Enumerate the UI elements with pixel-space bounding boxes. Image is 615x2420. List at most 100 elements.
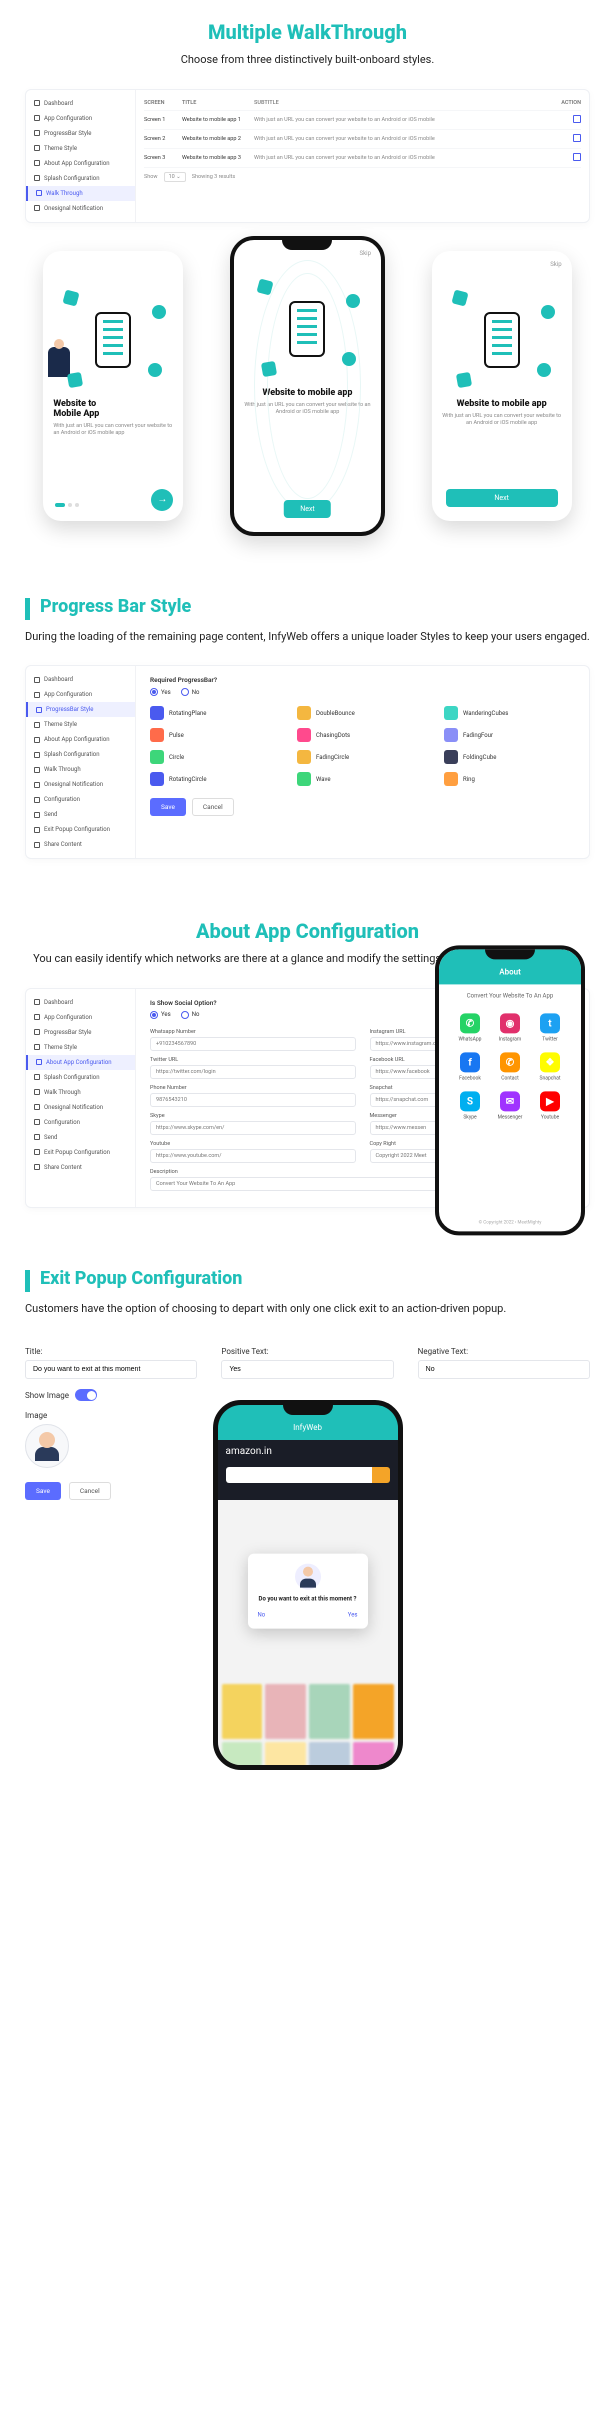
sidebar-item[interactable]: App Configuration (26, 1010, 135, 1025)
sidebar-item[interactable]: Walk Through (26, 186, 135, 201)
dialog-yes-button[interactable]: Yes (348, 1612, 358, 1619)
sidebar-item[interactable]: About App Configuration (26, 156, 135, 171)
dialog-no-button[interactable]: No (258, 1612, 266, 1619)
social-item[interactable]: ❖Snapchat (533, 1053, 567, 1082)
sidebar-item[interactable]: Exit Popup Configuration (26, 1145, 135, 1160)
text-input[interactable]: +910234567890 (150, 1037, 356, 1051)
radio-yes[interactable]: Yes (150, 1011, 171, 1019)
loader-option[interactable]: RotatingPlane (150, 706, 281, 720)
sidebar-item[interactable]: App Configuration (26, 111, 135, 126)
social-item[interactable]: ◉Instagram (493, 1014, 527, 1043)
social-item[interactable]: ✆Contact (493, 1053, 527, 1082)
sidebar-item[interactable]: Share Content (26, 1160, 135, 1175)
radio-no[interactable]: No (181, 1011, 200, 1019)
sidebar-icon (34, 782, 40, 788)
loader-option[interactable]: FoldingCube (444, 750, 575, 764)
sidebar-item[interactable]: About App Configuration (26, 732, 135, 747)
save-button[interactable]: Save (150, 798, 186, 816)
sidebar-item[interactable]: Theme Style (26, 141, 135, 156)
sidebar: DashboardApp ConfigurationProgressBar St… (26, 989, 136, 1207)
edit-icon[interactable] (573, 115, 581, 123)
sidebar-item[interactable]: Dashboard (26, 995, 135, 1010)
avatar-preview[interactable] (25, 1424, 69, 1468)
social-item[interactable]: ▶Youtube (533, 1092, 567, 1121)
positive-input[interactable] (221, 1360, 393, 1379)
field-label: Skype (150, 1113, 356, 1119)
text-input[interactable]: https://twitter.com/login (150, 1065, 356, 1079)
social-item[interactable]: tTwitter (533, 1014, 567, 1043)
sidebar-item[interactable]: Configuration (26, 792, 135, 807)
page-size-select[interactable]: 10 ⌄ (164, 172, 186, 182)
negative-label: Negative Text: (418, 1347, 590, 1356)
social-icon: ✆ (500, 1053, 520, 1073)
loader-option[interactable]: Wave (297, 772, 428, 786)
loader-option[interactable]: RotatingCircle (150, 772, 281, 786)
social-item[interactable]: SSkype (453, 1092, 487, 1121)
sidebar-item[interactable]: Share Content (26, 837, 135, 852)
skip-button[interactable]: Skip (550, 261, 561, 268)
sidebar-item[interactable]: Dashboard (26, 96, 135, 111)
loader-option[interactable]: Ring (444, 772, 575, 786)
sidebar-item[interactable]: Onesignal Notification (26, 777, 135, 792)
social-item[interactable]: fFacebook (453, 1053, 487, 1082)
next-button[interactable]: Next (284, 500, 330, 518)
sidebar-item[interactable]: Onesignal Notification (26, 1100, 135, 1115)
loader-option[interactable]: FadingCircle (297, 750, 428, 764)
sidebar-item[interactable]: ProgressBar Style (26, 702, 135, 717)
sidebar-item[interactable]: ProgressBar Style (26, 1025, 135, 1040)
skip-button[interactable]: Skip (360, 250, 371, 257)
sidebar-item[interactable]: Splash Configuration (26, 1070, 135, 1085)
sidebar-item[interactable]: About App Configuration (26, 1055, 135, 1070)
loader-icon (444, 706, 458, 720)
cancel-button[interactable]: Cancel (69, 1482, 111, 1500)
edit-icon[interactable] (573, 134, 581, 142)
sidebar-item[interactable]: Dashboard (26, 672, 135, 687)
loader-option[interactable]: Pulse (150, 728, 281, 742)
text-input[interactable]: 9876543210 (150, 1093, 356, 1107)
text-input[interactable]: https://www.skype.com/en/ (150, 1121, 356, 1135)
loader-icon (150, 772, 164, 786)
table-row: Screen 2Website to mobile app 2With just… (144, 130, 581, 149)
radio-yes[interactable]: Yes (150, 688, 171, 696)
title-label: Title: (25, 1347, 197, 1356)
sidebar-item[interactable]: Configuration (26, 1115, 135, 1130)
next-button[interactable]: Next (446, 489, 558, 507)
text-input[interactable]: https://www.youtube.com/ (150, 1149, 356, 1163)
sidebar-item[interactable]: Exit Popup Configuration (26, 822, 135, 837)
loader-option[interactable]: FadingFour (444, 728, 575, 742)
sidebar-item[interactable]: Onesignal Notification (26, 201, 135, 216)
title-input[interactable] (25, 1360, 197, 1379)
next-fab[interactable]: → (151, 489, 173, 511)
sidebar-item[interactable]: Send (26, 1130, 135, 1145)
sidebar-icon (34, 160, 40, 166)
sidebar-item[interactable]: Theme Style (26, 717, 135, 732)
col-subtitle: SUBTITLE (254, 100, 551, 106)
loader-option[interactable]: ChasingDots (297, 728, 428, 742)
save-button[interactable]: Save (25, 1482, 61, 1500)
sidebar-icon (34, 722, 40, 728)
social-item[interactable]: ✆WhatsApp (453, 1014, 487, 1043)
dialog-question: Do you want to exit at this moment ? (258, 1596, 358, 1604)
sidebar-item[interactable]: ProgressBar Style (26, 126, 135, 141)
sidebar-item[interactable]: Theme Style (26, 1040, 135, 1055)
sidebar-item[interactable]: Splash Configuration (26, 171, 135, 186)
loader-option[interactable]: Circle (150, 750, 281, 764)
negative-input[interactable] (418, 1360, 590, 1379)
loader-icon (150, 728, 164, 742)
sidebar-icon (34, 737, 40, 743)
title-field: Title: (25, 1347, 197, 1379)
show-image-toggle[interactable] (75, 1389, 97, 1401)
edit-icon[interactable] (573, 153, 581, 161)
radio-no[interactable]: No (181, 688, 200, 696)
required-radios: Yes No (150, 688, 575, 696)
sidebar-item[interactable]: Send (26, 807, 135, 822)
section-title: About App Configuration (25, 919, 590, 943)
sidebar-item[interactable]: Walk Through (26, 1085, 135, 1100)
sidebar-item[interactable]: App Configuration (26, 687, 135, 702)
loader-option[interactable]: WanderingCubes (444, 706, 575, 720)
sidebar-item[interactable]: Splash Configuration (26, 747, 135, 762)
sidebar-item[interactable]: Walk Through (26, 762, 135, 777)
social-item[interactable]: ✉Messenger (493, 1092, 527, 1121)
cancel-button[interactable]: Cancel (192, 798, 234, 816)
loader-option[interactable]: DoubleBounce (297, 706, 428, 720)
